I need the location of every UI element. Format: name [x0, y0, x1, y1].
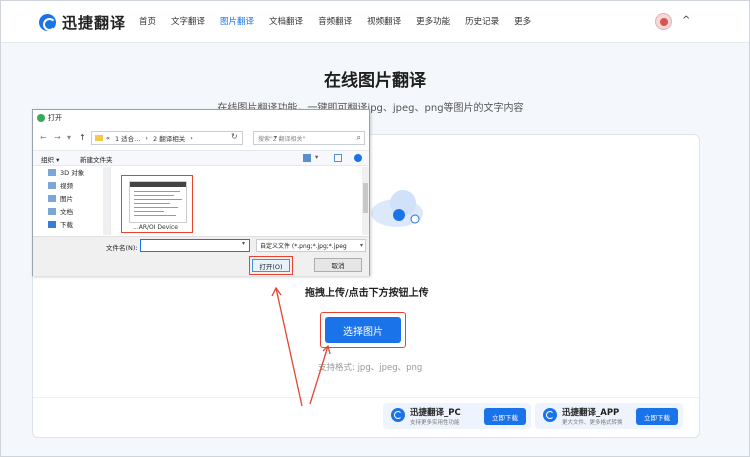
file-name-input[interactable]	[140, 239, 250, 252]
app-download-button[interactable]: 立即下载	[636, 408, 678, 425]
supported-formats: 支持格式: jpg、jpeg、png	[318, 363, 423, 373]
documents-folder-icon	[48, 207, 56, 215]
pc-download-button[interactable]: 立即下载	[484, 408, 526, 425]
history-dropdown-icon[interactable]: ▾	[67, 133, 71, 142]
mobile-app-desc: 更大文件、更多格式转换	[562, 420, 623, 426]
dialog-title: 打开	[48, 114, 62, 122]
file-type-value: 自定义文件 (*.png;*.jpg;*.jpeg	[260, 243, 347, 250]
view-dropdown-icon[interactable]: ▾	[315, 153, 318, 161]
up-arrow-icon[interactable]: ↑	[79, 133, 86, 142]
drop-instructions: 拖拽上传/点击下方按钮上传	[305, 288, 429, 299]
breadcrumb-separator: ›	[145, 134, 148, 142]
tree-item-documents[interactable]: 文档	[48, 206, 73, 216]
tree-item-pictures[interactable]: 图片	[48, 193, 73, 203]
video-folder-icon	[48, 181, 56, 189]
divider	[33, 397, 699, 398]
nav-item-audio-translate[interactable]: 音频翻译	[318, 15, 352, 27]
select-image-button[interactable]: 选择图片	[325, 317, 401, 343]
dialog-toolbar: 组织 ▾ 新建文件夹 ▾	[33, 150, 369, 166]
file-list-scrollbar[interactable]	[362, 167, 369, 235]
scrollbar-thumb[interactable]	[363, 183, 368, 213]
downloads-folder-icon	[48, 220, 56, 228]
breadcrumb-segment[interactable]: 2 翻译相关	[153, 133, 185, 143]
search-placeholder: 搜索"2 翻译相关"	[258, 135, 306, 143]
chevron-up-icon[interactable]: ^	[682, 15, 690, 26]
mobile-app-name: 迅捷翻译_APP	[562, 408, 620, 418]
file-type-select[interactable]: 自定义文件 (*.png;*.jpg;*.jpeg ▾	[256, 239, 366, 252]
dialog-body: 3D 对象 视频 图片 文档 下载 ...AR/OI Device	[33, 167, 369, 235]
view-icon[interactable]	[303, 154, 311, 162]
folder-icon	[48, 168, 56, 176]
breadcrumb-overflow[interactable]: «	[106, 134, 110, 142]
nav-item-more-features[interactable]: 更多功能	[416, 15, 450, 27]
file-name-caption: ...AR/OI Device	[133, 224, 178, 231]
cancel-button[interactable]: 取消	[314, 258, 362, 272]
nav-item-image-translate[interactable]: 图片翻译	[220, 15, 254, 27]
dialog-titlebar[interactable]: 打开	[33, 110, 369, 126]
file-thumbnail[interactable]	[129, 181, 187, 223]
tree-scrollbar[interactable]	[103, 167, 110, 235]
brand-logo[interactable]: 迅捷翻译	[39, 12, 126, 33]
nav-item-more[interactable]: 更多	[514, 15, 531, 27]
breadcrumb-separator: ›	[190, 134, 193, 142]
top-nav: 迅捷翻译 首页 文字翻译 图片翻译 文档翻译 音频翻译 视频翻译 更多功能 历史…	[1, 1, 749, 43]
help-icon[interactable]	[354, 154, 362, 162]
preview-pane-icon[interactable]	[334, 154, 342, 162]
page-title: 在线图片翻译	[324, 71, 426, 91]
pc-app-desc: 支持更多实用性功能	[410, 420, 460, 426]
app-logo-icon	[391, 408, 405, 422]
cloud-upload-icon	[371, 190, 423, 227]
app-download-card: 迅捷翻译_APP 更大文件、更多格式转换 立即下载	[535, 403, 683, 429]
nav-item-history[interactable]: 历史记录	[465, 15, 499, 27]
search-input[interactable]: 搜索"2 翻译相关" ⌕	[253, 131, 365, 145]
nav-item-doc-translate[interactable]: 文档翻译	[269, 15, 303, 27]
file-name-label: 文件名(N):	[106, 244, 138, 252]
tree-item-videos[interactable]: 视频	[48, 180, 73, 190]
address-bar[interactable]: « 1 适合... › 2 翻译相关 › ▾	[91, 131, 277, 145]
dialog-footer: 文件名(N): ▾ 自定义文件 (*.png;*.jpg;*.jpeg ▾ 打开…	[33, 236, 369, 276]
file-list: ...AR/OI Device	[113, 167, 361, 235]
avatar[interactable]	[655, 13, 672, 30]
nav-item-text-translate[interactable]: 文字翻译	[171, 15, 205, 27]
logo-icon	[39, 14, 56, 31]
open-file-dialog: 打开 ← → ▾ ↑ « 1 适合... › 2 翻译相关 › ▾ ↻ 搜索"2…	[32, 109, 370, 276]
organize-menu[interactable]: 组织 ▾	[41, 154, 59, 164]
refresh-icon[interactable]: ↻	[231, 132, 238, 141]
pictures-folder-icon	[48, 194, 56, 202]
main-menu: 首页 文字翻译 图片翻译 文档翻译 音频翻译 视频翻译 更多功能 历史记录 更多	[139, 15, 546, 27]
pc-app-name: 迅捷翻译_PC	[410, 408, 461, 418]
chevron-down-icon[interactable]: ▾	[242, 240, 245, 247]
open-button[interactable]: 打开(O)	[252, 259, 290, 272]
app-logo-icon	[543, 408, 557, 422]
forward-arrow-icon[interactable]: →	[54, 133, 61, 142]
brand-name: 迅捷翻译	[62, 14, 127, 32]
navigation-tree: 3D 对象 视频 图片 文档 下载	[33, 167, 111, 235]
tree-item-downloads[interactable]: 下载	[48, 219, 73, 229]
nav-item-video-translate[interactable]: 视频翻译	[367, 15, 401, 27]
folder-icon	[95, 135, 103, 141]
nav-item-home[interactable]: 首页	[139, 15, 156, 27]
back-arrow-icon[interactable]: ←	[40, 133, 47, 142]
dialog-address-row: ← → ▾ ↑ « 1 适合... › 2 翻译相关 › ▾ ↻ 搜索"2 翻译…	[33, 128, 369, 148]
new-folder-button[interactable]: 新建文件夹	[80, 154, 113, 164]
pc-download-card: 迅捷翻译_PC 支持更多实用性功能 立即下载	[383, 403, 531, 429]
search-icon: ⌕	[356, 133, 361, 142]
tree-item-3d-objects[interactable]: 3D 对象	[48, 167, 84, 177]
chevron-down-icon: ▾	[359, 242, 363, 249]
app-icon	[37, 114, 45, 122]
breadcrumb-segment[interactable]: 1 适合...	[115, 133, 140, 143]
